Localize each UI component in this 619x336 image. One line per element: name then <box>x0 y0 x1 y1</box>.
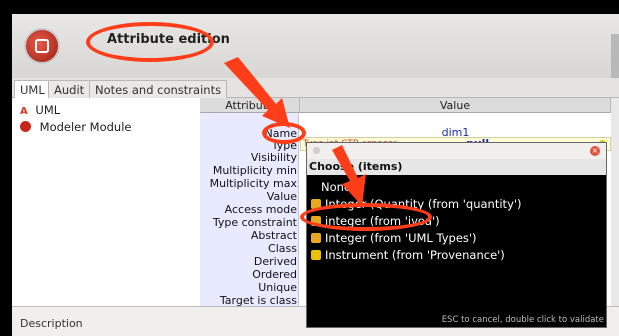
uml-icon: A <box>20 106 28 117</box>
tree-item-label: Modeler Module <box>39 120 132 134</box>
attr-label-ordered: Ordered <box>252 268 297 281</box>
attr-label-access-mode: Access mode <box>224 203 297 216</box>
header-scroll-strip <box>611 34 619 78</box>
close-icon[interactable]: × <box>590 146 600 156</box>
option-instrument[interactable]: Instrument (from 'Provenance') <box>311 247 505 264</box>
tab-notes-and-constraints[interactable]: Notes and constraints <box>89 80 228 98</box>
attr-label-visibility: Visibility <box>250 151 297 164</box>
description-label: Description <box>20 317 83 330</box>
option-label: Instrument (from 'Provenance') <box>325 248 505 262</box>
window-dot-icon <box>313 147 320 154</box>
right-scroll-edge[interactable] <box>611 98 619 306</box>
title-highlight-oval <box>86 22 214 62</box>
attr-label-derived: Derived <box>253 255 297 268</box>
tab-uml[interactable]: UML <box>14 80 51 98</box>
popup-title: Choose (items) <box>307 159 606 175</box>
popup-titlebar: × <box>307 143 606 159</box>
tree-item-label: UML <box>35 103 61 117</box>
tab-audit[interactable]: Audit <box>48 80 91 98</box>
attr-label-value: Value <box>266 190 297 203</box>
column-header-value[interactable]: Value <box>300 98 611 113</box>
datatype-icon <box>311 233 321 243</box>
column-header-attribute[interactable]: Attribute <box>200 98 300 113</box>
choose-items-popup: × Choose (items) None Integer (Quantity … <box>306 142 607 328</box>
attr-label-multiplicity-max: Multiplicity max <box>209 177 297 190</box>
type-highlight-oval <box>262 122 306 144</box>
attr-label-class: Class <box>268 242 297 255</box>
attr-label-unique: Unique <box>258 281 297 294</box>
element-tree: A UML Modeler Module <box>12 98 200 306</box>
option-integer-uml-types[interactable]: Integer (from 'UML Types') <box>311 230 477 247</box>
attr-label-abstract: Abstract <box>250 229 297 242</box>
modelio-logo-icon <box>24 28 60 64</box>
tree-item-uml[interactable]: A UML <box>20 102 60 118</box>
class-icon <box>311 250 321 260</box>
attr-label-type-constraint: Type constraint <box>212 216 297 229</box>
attr-label-multiplicity-min: Multiplicity min <box>212 164 297 177</box>
popup-hint: ESC to cancel, double click to validate <box>441 315 604 325</box>
tree-item-modeler-module[interactable]: Modeler Module <box>20 119 131 135</box>
module-icon <box>20 121 31 132</box>
option-none[interactable]: None <box>321 179 351 196</box>
option-label: Integer (from 'UML Types') <box>325 231 477 245</box>
tab-bar: UML Audit Notes and constraints <box>12 78 619 98</box>
integer-ivoa-highlight-oval <box>300 203 432 231</box>
